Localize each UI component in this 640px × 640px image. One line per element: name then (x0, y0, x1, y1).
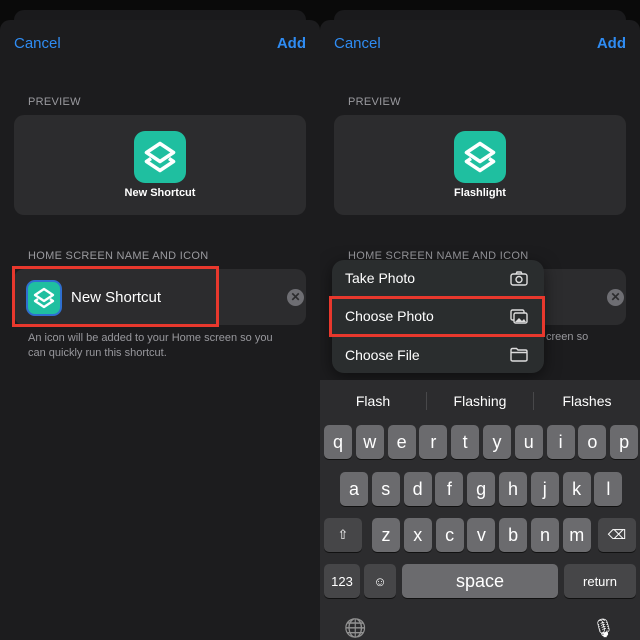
emoji-key[interactable]: ☺ (364, 564, 396, 598)
preview-label: PREVIEW (28, 96, 81, 108)
key-o[interactable]: o (578, 425, 607, 459)
highlight-box (12, 266, 219, 327)
shift-key[interactable]: ⇧ (324, 518, 362, 552)
key-a[interactable]: a (340, 472, 368, 506)
key-b[interactable]: b (499, 518, 528, 552)
key-g[interactable]: g (467, 472, 496, 506)
shortcuts-layers-icon (454, 131, 506, 183)
highlight-box (329, 296, 545, 337)
add-button[interactable]: Add (597, 35, 626, 52)
key-d[interactable]: d (403, 472, 432, 506)
key-z[interactable]: z (372, 518, 400, 552)
camera-icon (510, 270, 528, 286)
home-screen-note: creen so (546, 331, 589, 343)
key-h[interactable]: h (499, 472, 527, 506)
key-l[interactable]: l (594, 472, 623, 506)
space-key[interactable]: space (402, 564, 558, 598)
key-u[interactable]: u (514, 425, 543, 459)
key-j[interactable]: j (530, 472, 559, 506)
cancel-button[interactable]: Cancel (334, 35, 381, 52)
right-screen: Cancel Add PREVIEW Flashlight HOME SCREE… (320, 0, 640, 640)
key-w[interactable]: w (355, 425, 384, 459)
menu-item-take-photo[interactable]: Take Photo (332, 260, 544, 297)
suggestion[interactable]: Flash (320, 380, 426, 422)
menu-item-label: Take Photo (345, 270, 416, 286)
key-n[interactable]: n (531, 518, 559, 552)
return-key[interactable]: return (564, 564, 636, 598)
clear-x-icon[interactable]: ✕ (287, 289, 304, 306)
microphone-icon[interactable]: 🎙 (592, 618, 615, 639)
menu-item-choose-file[interactable]: Choose File (332, 336, 544, 373)
home-screen-note: An icon will be added to your Home scree… (28, 332, 273, 359)
key-c[interactable]: c (435, 518, 464, 552)
key-s[interactable]: s (371, 472, 400, 506)
delete-key[interactable]: ⌫ (598, 518, 636, 552)
key-x[interactable]: x (403, 518, 432, 552)
key-v[interactable]: v (467, 518, 496, 552)
section-label: HOME SCREEN NAME AND ICON (28, 250, 209, 262)
key-k[interactable]: k (562, 472, 591, 506)
menu-item-label: Choose File (345, 346, 420, 363)
add-button[interactable]: Add (277, 35, 306, 52)
key-f[interactable]: f (435, 472, 464, 506)
key-m[interactable]: m (562, 518, 591, 552)
numbers-key[interactable]: 123 (324, 564, 360, 598)
globe-icon[interactable]: 🌐 (344, 618, 366, 639)
key-i[interactable]: i (546, 425, 575, 459)
key-t[interactable]: t (451, 425, 480, 459)
key-y[interactable]: y (483, 425, 511, 459)
key-e[interactable]: e (387, 425, 416, 459)
preview-name: Flashlight (454, 187, 506, 199)
suggestion[interactable]: Flashes (534, 380, 640, 422)
keyboard: Flash Flashing Flashes qwertyuiop asdfghj… (320, 380, 640, 640)
clear-x-icon[interactable]: ✕ (607, 289, 624, 306)
key-q[interactable]: q (324, 425, 352, 459)
suggestion[interactable]: Flashing (427, 380, 533, 422)
preview-label: PREVIEW (348, 96, 401, 108)
cancel-button[interactable]: Cancel (14, 35, 61, 52)
preview-name: New Shortcut (124, 187, 196, 199)
folder-icon (510, 347, 528, 362)
add-to-home-sheet (0, 20, 320, 640)
shortcuts-layers-icon (134, 131, 186, 183)
left-screen: Cancel Add PREVIEW New Shortcut HOME SCR… (0, 0, 320, 640)
key-r[interactable]: r (419, 425, 448, 459)
key-p[interactable]: p (610, 425, 639, 459)
